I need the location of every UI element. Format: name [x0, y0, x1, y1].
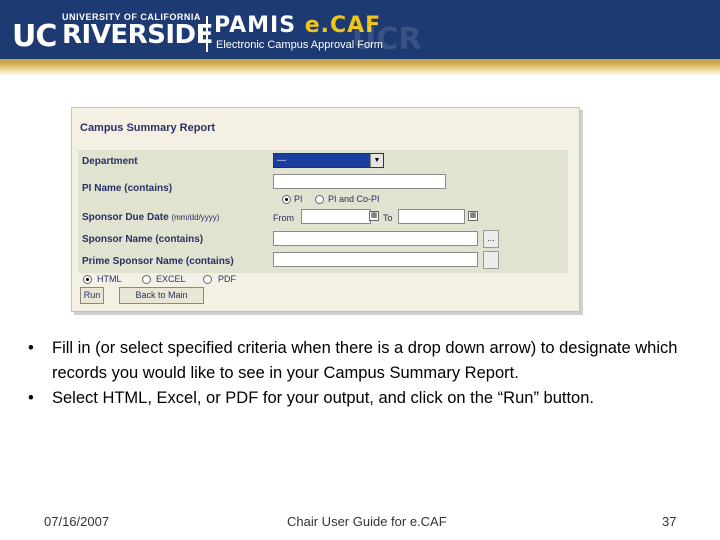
- department-select[interactable]: --- ▼: [273, 153, 384, 168]
- campus-summary-report-form: Campus Summary Report Department --- ▼ P…: [71, 107, 580, 312]
- sponsor-name-label: Sponsor Name (contains): [82, 234, 204, 245]
- list-item-text: Select HTML, Excel, or PDF for your outp…: [52, 389, 594, 407]
- chevron-down-icon[interactable]: ▼: [370, 154, 383, 167]
- department-select-value: ---: [277, 155, 286, 165]
- banner-divider: [206, 16, 208, 52]
- calendar-icon[interactable]: ▦: [468, 211, 478, 221]
- output-html-label: HTML: [97, 274, 122, 284]
- output-pdf-radio[interactable]: [203, 275, 212, 284]
- uc-logo: UC: [12, 18, 57, 54]
- list-item: • Select HTML, Excel, or PDF for your ou…: [28, 386, 688, 411]
- output-excel-label: EXCEL: [156, 274, 186, 284]
- due-date-label: Sponsor Due Date (mm/dd/yyyy): [82, 212, 219, 223]
- list-item-text: Fill in (or select specified criteria wh…: [52, 339, 678, 382]
- form-title: Campus Summary Report: [80, 122, 216, 134]
- footer-date: 07/16/2007: [44, 514, 110, 529]
- app-name-pamis: PAMIS: [214, 13, 297, 38]
- header-banner: UC UNIVERSITY OF CALIFORNIA RIVERSIDE PA…: [0, 0, 720, 62]
- due-date-format: (mm/dd/yyyy): [171, 213, 220, 222]
- page-number: 37: [662, 514, 677, 529]
- to-label: To: [383, 213, 393, 223]
- pi-radio-label: PI: [294, 194, 303, 204]
- from-label: From: [273, 213, 294, 223]
- bullet-icon: •: [28, 389, 34, 407]
- bullet-icon: •: [28, 339, 34, 357]
- prime-sponsor-lookup-button[interactable]: [483, 251, 499, 269]
- footer-title: Chair User Guide for e.CAF: [287, 514, 447, 529]
- output-html-radio[interactable]: [83, 275, 92, 284]
- campus-name: RIVERSIDE: [62, 20, 213, 50]
- pi-copi-radio-label: PI and Co-PI: [328, 194, 380, 204]
- pi-copi-radio[interactable]: [315, 195, 324, 204]
- pi-name-label: PI Name (contains): [82, 183, 173, 194]
- banner-stripe: [0, 62, 720, 76]
- run-button[interactable]: Run: [80, 287, 104, 304]
- from-date-input[interactable]: [301, 209, 371, 224]
- prime-sponsor-input[interactable]: [273, 252, 478, 267]
- due-date-label-text: Sponsor Due Date: [82, 212, 169, 223]
- pi-name-input[interactable]: [273, 174, 446, 189]
- to-date-input[interactable]: [398, 209, 465, 224]
- sponsor-name-input[interactable]: [273, 231, 478, 246]
- list-item: • Fill in (or select specified criteria …: [28, 336, 688, 386]
- back-to-main-button[interactable]: Back to Main: [119, 287, 204, 304]
- prime-sponsor-label: Prime Sponsor Name (contains): [82, 256, 234, 267]
- department-label: Department: [82, 156, 138, 167]
- calendar-icon[interactable]: ▦: [369, 211, 379, 221]
- instruction-list: • Fill in (or select specified criteria …: [28, 336, 688, 411]
- output-pdf-label: PDF: [218, 274, 236, 284]
- sponsor-lookup-button[interactable]: ...: [483, 230, 499, 248]
- pi-radio[interactable]: [282, 195, 291, 204]
- uc-logo-text: UC: [12, 19, 57, 54]
- ucr-watermark: UCR: [352, 22, 422, 57]
- output-excel-radio[interactable]: [142, 275, 151, 284]
